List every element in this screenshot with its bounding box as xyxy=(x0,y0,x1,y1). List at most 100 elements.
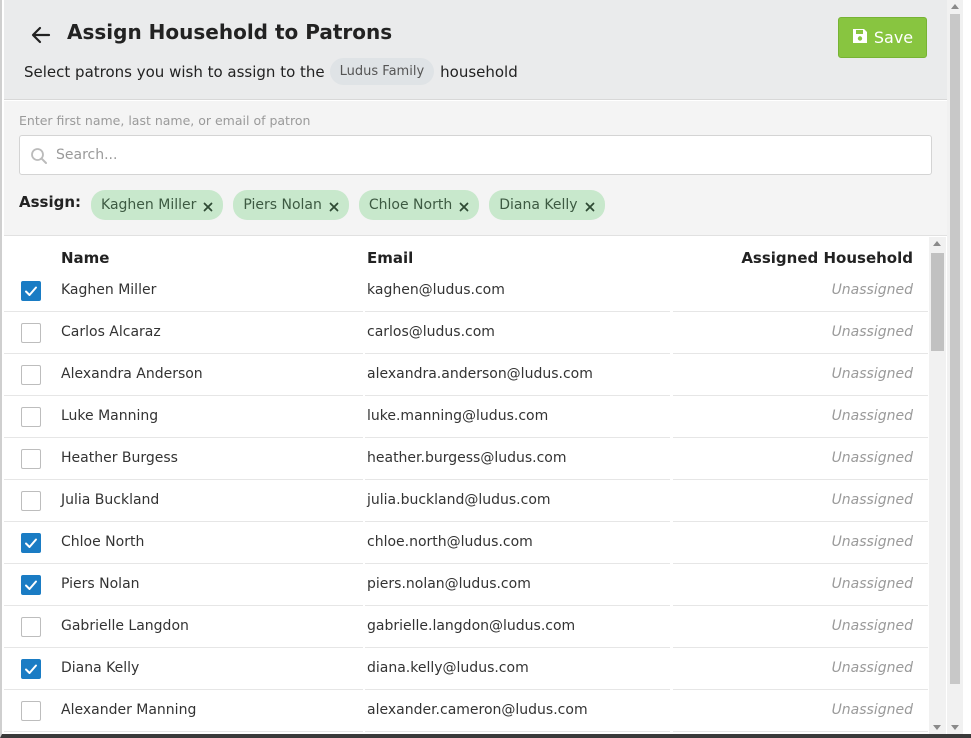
assigned-household-status: Unassigned xyxy=(831,366,913,382)
assigned-household-status: Unassigned xyxy=(831,492,913,508)
row-divider xyxy=(365,731,670,732)
assigned-chips: Kaghen Miller Piers Nolan Chloe North Diana… xyxy=(91,190,615,220)
patron-email: alexandra.anderson@ludus.com xyxy=(367,366,593,382)
patron-email: chloe.north@ludus.com xyxy=(367,534,533,550)
page-scroll-up-icon[interactable] xyxy=(951,4,959,9)
remove-chip-icon[interactable] xyxy=(459,200,469,212)
patron-email: carlos@ludus.com xyxy=(367,324,495,340)
search-icon xyxy=(30,147,48,165)
assign-household-dialog: Assign Household to Patrons Select patro… xyxy=(0,0,971,738)
table-row[interactable]: Piers Nolan piers.nolan@ludus.com Unassign… xyxy=(4,564,933,606)
subtitle-suffix: household xyxy=(440,62,518,81)
chip-label: Kaghen Miller xyxy=(101,197,197,213)
checkmark-icon xyxy=(25,286,37,296)
table-row[interactable]: Alexander Manning alexander.cameron@ludus… xyxy=(4,690,933,732)
assigned-household-status: Unassigned xyxy=(831,534,913,550)
row-checkbox[interactable] xyxy=(21,281,41,301)
patron-email: piers.nolan@ludus.com xyxy=(367,576,531,592)
assigned-household-status: Unassigned xyxy=(831,324,913,340)
patron-name: Gabrielle Langdon xyxy=(61,618,189,634)
row-checkbox[interactable] xyxy=(21,449,41,469)
column-header-email[interactable]: Email xyxy=(367,249,413,267)
assigned-household-status: Unassigned xyxy=(831,450,913,466)
row-checkbox[interactable] xyxy=(21,407,41,427)
table-row[interactable]: Carlos Alcaraz carlos@ludus.com Unassigned xyxy=(4,312,933,354)
patron-email: kaghen@ludus.com xyxy=(367,282,505,298)
search-box[interactable] xyxy=(19,135,932,175)
chip-label: Diana Kelly xyxy=(499,197,578,213)
assigned-household-status: Unassigned xyxy=(831,702,913,718)
scroll-up-icon[interactable] xyxy=(933,241,941,246)
page-title: Assign Household to Patrons xyxy=(67,20,393,44)
table-scrollbar[interactable] xyxy=(929,237,946,734)
row-checkbox[interactable] xyxy=(21,575,41,595)
household-badge: Ludus Family xyxy=(329,58,435,85)
assigned-household-status: Unassigned xyxy=(831,660,913,676)
checkmark-icon xyxy=(25,538,37,548)
save-button[interactable]: Save xyxy=(838,17,927,58)
assigned-household-status: Unassigned xyxy=(831,618,913,634)
patron-name: Kaghen Miller xyxy=(61,282,157,298)
save-icon xyxy=(852,28,868,48)
column-header-household[interactable]: Assigned Household xyxy=(741,249,913,267)
table-row[interactable]: Heather Burgess heather.burgess@ludus.com… xyxy=(4,438,933,480)
column-header-name[interactable]: Name xyxy=(61,249,109,267)
row-checkbox[interactable] xyxy=(21,365,41,385)
save-label: Save xyxy=(873,28,914,47)
patron-email: julia.buckland@ludus.com xyxy=(367,492,551,508)
assigned-household-status: Unassigned xyxy=(831,408,913,424)
chip-label: Piers Nolan xyxy=(243,197,322,213)
patron-email: luke.manning@ludus.com xyxy=(367,408,549,424)
scroll-down-icon[interactable] xyxy=(933,725,941,730)
table-row[interactable]: Gabrielle Langdon gabrielle.langdon@ludus… xyxy=(4,606,933,648)
remove-chip-icon[interactable] xyxy=(329,200,339,212)
table-row[interactable]: Diana Kelly diana.kelly@ludus.com Unassign… xyxy=(4,648,933,690)
row-checkbox[interactable] xyxy=(21,323,41,343)
patron-name: Julia Buckland xyxy=(61,492,160,508)
back-arrow-icon[interactable] xyxy=(30,24,52,46)
patron-name: Alexandra Anderson xyxy=(61,366,203,382)
assigned-household-status: Unassigned xyxy=(831,576,913,592)
patron-email: alexander.cameron@ludus.com xyxy=(367,702,588,718)
row-checkbox[interactable] xyxy=(21,491,41,511)
table-row[interactable]: Julia Buckland julia.buckland@ludus.com Un… xyxy=(4,480,933,522)
assigned-household-status: Unassigned xyxy=(831,282,913,298)
assigned-patron-chip: Chloe North xyxy=(358,190,480,220)
table-row[interactable]: Luke Manning luke.manning@ludus.com Unassi… xyxy=(4,396,933,438)
scroll-thumb[interactable] xyxy=(931,253,944,351)
row-divider xyxy=(673,731,928,732)
table-row[interactable]: Kaghen Miller kaghen@ludus.com Unassigned xyxy=(4,270,933,312)
search-input[interactable] xyxy=(56,136,916,174)
row-checkbox[interactable] xyxy=(21,617,41,637)
row-checkbox[interactable] xyxy=(21,533,41,553)
page-scrollbar[interactable] xyxy=(947,0,963,734)
patron-email: diana.kelly@ludus.com xyxy=(367,660,529,676)
assigned-patron-chip: Kaghen Miller xyxy=(91,190,224,220)
checkmark-icon xyxy=(25,664,37,674)
row-checkbox[interactable] xyxy=(21,659,41,679)
patron-name: Diana Kelly xyxy=(61,660,140,676)
remove-chip-icon[interactable] xyxy=(585,200,595,212)
patron-name: Alexander Manning xyxy=(61,702,197,718)
patron-name: Piers Nolan xyxy=(61,576,140,592)
patron-name: Heather Burgess xyxy=(61,450,178,466)
remove-chip-icon[interactable] xyxy=(203,200,213,212)
page-subtitle: Select patrons you wish to assign to the… xyxy=(24,58,518,85)
patron-name: Chloe North xyxy=(61,534,145,550)
table-row[interactable]: Chloe North chloe.north@ludus.com Unassign… xyxy=(4,522,933,564)
page-scroll-down-icon[interactable] xyxy=(951,725,959,730)
page-scroll-thumb[interactable] xyxy=(950,14,960,684)
assigned-patron-chip: Piers Nolan xyxy=(233,190,349,220)
patron-name: Luke Manning xyxy=(61,408,159,424)
assign-row: Assign: Kaghen Miller Piers Nolan Chloe No… xyxy=(19,190,615,220)
search-hint: Enter first name, last name, or email of… xyxy=(19,113,311,128)
subtitle-prefix: Select patrons you wish to assign to the xyxy=(24,62,325,81)
row-checkbox[interactable] xyxy=(21,701,41,721)
chip-label: Chloe North xyxy=(368,197,453,213)
patron-email: heather.burgess@ludus.com xyxy=(367,450,567,466)
assign-label: Assign: xyxy=(19,193,82,211)
table-row[interactable]: Alexandra Anderson alexandra.anderson@lud… xyxy=(4,354,933,396)
checkmark-icon xyxy=(25,580,37,590)
patrons-table: Name Email Assigned Household Kaghen Mil… xyxy=(4,237,933,734)
row-divider xyxy=(4,731,363,732)
